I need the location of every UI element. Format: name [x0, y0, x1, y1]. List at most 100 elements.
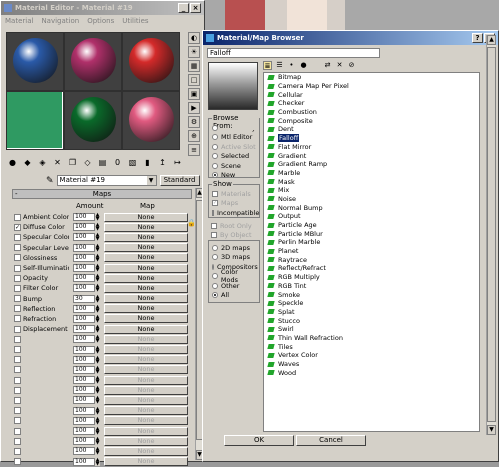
- browser-scroll-up-icon[interactable]: ▲: [487, 35, 496, 45]
- map-enable-checkbox[interactable]: [14, 386, 21, 394]
- radio-button[interactable]: [212, 292, 218, 299]
- browse-from-option[interactable]: Selected: [212, 152, 256, 162]
- show-map-icon[interactable]: ▧: [126, 157, 139, 170]
- amount-spinner[interactable]: ▲ ▼: [95, 416, 100, 425]
- map-list-item[interactable]: Gradient: [264, 151, 479, 160]
- amount-spinner[interactable]: ▲ ▼: [95, 213, 100, 222]
- map-list-item[interactable]: Thin Wall Refraction: [264, 334, 479, 343]
- map-amount-field[interactable]: 100: [73, 325, 95, 334]
- select-by-material-icon[interactable]: ⊕: [188, 130, 200, 142]
- map-button[interactable]: None: [104, 446, 188, 456]
- view-small-icons-icon[interactable]: •: [287, 61, 296, 70]
- map-list-item[interactable]: RGB Tint: [264, 282, 479, 291]
- video-check-icon[interactable]: ▣: [188, 88, 200, 100]
- map-list-item[interactable]: Stucco: [264, 316, 479, 325]
- help-button[interactable]: ?: [472, 33, 483, 43]
- map-enable-checkbox[interactable]: ✓: [14, 223, 21, 231]
- map-amount-field[interactable]: 100: [73, 447, 95, 456]
- browser-scroll-thumb[interactable]: [487, 47, 496, 422]
- map-list-item[interactable]: Planet: [264, 247, 479, 256]
- sample-slot[interactable]: [7, 92, 63, 149]
- map-enable-checkbox[interactable]: [14, 417, 21, 425]
- map-button[interactable]: None: [104, 375, 188, 385]
- menu-material[interactable]: Material: [5, 17, 33, 25]
- map-amount-field[interactable]: 100: [73, 345, 95, 354]
- material-id-icon[interactable]: 0: [111, 157, 124, 170]
- backlight-icon[interactable]: ☀: [188, 46, 200, 58]
- map-enable-checkbox[interactable]: [14, 233, 21, 241]
- chevron-down-icon[interactable]: ▼: [146, 176, 156, 185]
- material-type-button[interactable]: Standard: [159, 175, 200, 186]
- amount-spinner[interactable]: ▲ ▼: [95, 345, 100, 354]
- map-button[interactable]: None: [104, 436, 188, 446]
- amount-spinner[interactable]: ▲ ▼: [95, 437, 100, 446]
- sample-slot[interactable]: [123, 33, 179, 90]
- map-enable-checkbox[interactable]: [14, 427, 21, 435]
- map-amount-field[interactable]: 100: [73, 284, 95, 293]
- map-list-item[interactable]: Waves: [264, 360, 479, 369]
- map-amount-field[interactable]: 30: [73, 294, 95, 303]
- radio-button[interactable]: [212, 254, 218, 261]
- background-icon[interactable]: ▦: [188, 60, 200, 72]
- view-large-icons-icon[interactable]: ●: [299, 61, 308, 70]
- sample-slot[interactable]: [123, 92, 179, 149]
- radio-button[interactable]: [212, 143, 218, 150]
- map-list-item[interactable]: Output: [264, 212, 479, 221]
- radio-button[interactable]: [212, 263, 214, 270]
- amount-spinner[interactable]: ▲ ▼: [95, 406, 100, 415]
- map-button[interactable]: None: [104, 304, 188, 314]
- menu-navigation[interactable]: Navigation: [41, 17, 79, 25]
- map-amount-field[interactable]: 100: [73, 386, 95, 395]
- close-button[interactable]: ×: [190, 3, 201, 13]
- amount-spinner[interactable]: ▲ ▼: [95, 284, 100, 293]
- map-list-item[interactable]: Speckle: [264, 299, 479, 308]
- map-button[interactable]: None: [104, 212, 188, 222]
- map-list-item[interactable]: Checker: [264, 99, 479, 108]
- map-list-item[interactable]: Particle Age: [264, 221, 479, 230]
- map-list-item[interactable]: Wood: [264, 368, 479, 377]
- map-enable-checkbox[interactable]: [14, 437, 21, 445]
- radio-button[interactable]: [212, 172, 218, 179]
- map-list-item[interactable]: Gradient Ramp: [264, 160, 479, 169]
- map-amount-field[interactable]: 100: [73, 213, 95, 222]
- map-list-item[interactable]: Falloff: [264, 134, 479, 143]
- radio-button[interactable]: [212, 134, 218, 141]
- amount-spinner[interactable]: ▲ ▼: [95, 325, 100, 334]
- sample-type-icon[interactable]: ◐: [188, 32, 200, 44]
- sample-slot[interactable]: [7, 33, 63, 90]
- get-material-icon[interactable]: ●: [6, 157, 19, 170]
- map-list-item[interactable]: Mask: [264, 177, 479, 186]
- maps-rollout-header[interactable]: - Maps: [12, 189, 192, 199]
- put-to-library-icon[interactable]: ▤: [96, 157, 109, 170]
- map-enable-checkbox[interactable]: [14, 244, 21, 252]
- map-list-item[interactable]: Composite: [264, 116, 479, 125]
- map-list-item[interactable]: Camera Map Per Pixel: [264, 82, 479, 91]
- map-list-item[interactable]: Bitmap: [264, 73, 479, 82]
- map-button[interactable]: None: [104, 263, 188, 273]
- map-list-item[interactable]: Splat: [264, 308, 479, 317]
- browser-scrollbar[interactable]: ▲ ▼: [486, 35, 496, 435]
- radio-button[interactable]: [212, 244, 218, 251]
- show-option[interactable]: Incompatible: [212, 208, 259, 218]
- copy-material-icon[interactable]: ❐: [66, 157, 79, 170]
- browse-from-option[interactable]: Active Slot: [212, 142, 256, 152]
- extra-option[interactable]: By Object: [211, 231, 263, 241]
- map-list-item[interactable]: Vertex Color: [264, 351, 479, 360]
- amount-spinner[interactable]: ▲ ▼: [95, 253, 100, 262]
- map-button[interactable]: None: [104, 385, 188, 395]
- options-icon[interactable]: ⚙: [188, 116, 200, 128]
- map-list-item[interactable]: Cellular: [264, 90, 479, 99]
- map-enable-checkbox[interactable]: [14, 305, 21, 313]
- map-enable-checkbox[interactable]: [14, 366, 21, 374]
- make-preview-icon[interactable]: ▶: [188, 102, 200, 114]
- checkbox[interactable]: [212, 209, 214, 216]
- checkbox[interactable]: [211, 232, 217, 239]
- show-option[interactable]: ✓ Maps: [212, 199, 256, 209]
- amount-spinner[interactable]: ▲ ▼: [95, 294, 100, 303]
- amount-spinner[interactable]: ▲ ▼: [95, 304, 100, 313]
- map-amount-field[interactable]: 100: [73, 233, 95, 242]
- material-name-combo[interactable]: Material #19 ▼: [56, 175, 157, 186]
- amount-spinner[interactable]: ▲ ▼: [95, 274, 100, 283]
- map-amount-field[interactable]: 100: [73, 243, 95, 252]
- map-amount-field[interactable]: 100: [73, 437, 95, 446]
